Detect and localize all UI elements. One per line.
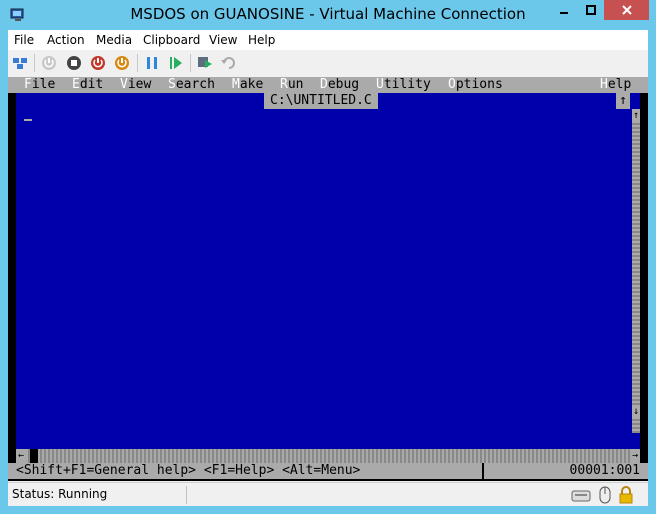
- dos-menu-make[interactable]: Make: [232, 77, 263, 93]
- menu-clipboard[interactable]: Clipboard: [143, 33, 200, 47]
- dos-menu-options[interactable]: Options: [448, 77, 503, 93]
- scroll-down-icon[interactable]: ↓: [632, 405, 640, 419]
- toolbar-separator: [34, 54, 35, 72]
- resume-icon[interactable]: [167, 54, 185, 72]
- vm-connection-window: MSDOS on GUANOSINE - Virtual Machine Con…: [0, 0, 656, 514]
- dos-menu-search[interactable]: Search: [168, 77, 215, 93]
- status-separator: [186, 486, 187, 504]
- keyboard-icon: [571, 490, 591, 502]
- dos-menu-edit[interactable]: Edit: [72, 77, 103, 93]
- maximize-button[interactable]: [577, 0, 604, 20]
- dos-menu-file[interactable]: File: [24, 77, 55, 93]
- vm-status: Status: Running: [12, 487, 108, 501]
- revert-icon[interactable]: [220, 54, 238, 72]
- text-cursor: [24, 119, 32, 121]
- scroll-up-icon[interactable]: ↑: [632, 109, 640, 123]
- checkpoint-icon[interactable]: [196, 54, 214, 72]
- horizontal-scroll-thumb[interactable]: [30, 449, 38, 463]
- title-bar[interactable]: MSDOS on GUANOSINE - Virtual Machine Con…: [0, 0, 656, 30]
- dos-status-divider: [482, 463, 484, 479]
- dos-menu-run[interactable]: Run: [280, 77, 303, 93]
- horizontal-scrollbar[interactable]: [16, 449, 640, 463]
- shut-down-icon[interactable]: [89, 54, 107, 72]
- save-state-icon[interactable]: [113, 54, 131, 72]
- close-button[interactable]: [604, 0, 649, 20]
- dos-help-hint: <Shift+F1=General help> <F1=Help> <Alt=M…: [16, 463, 361, 478]
- menu-view[interactable]: View: [209, 33, 237, 47]
- dos-menu-bar: File Edit View Search Make Run Debug Uti…: [8, 77, 648, 93]
- editor-filename: C:\UNTITLED.C: [264, 93, 378, 109]
- editor-window[interactable]: C:\UNTITLED.C ↑ ↑ ↓ ← →: [16, 93, 640, 463]
- maximize-icon: [585, 5, 596, 15]
- toolbar-separator: [190, 54, 191, 72]
- close-icon: [621, 5, 632, 15]
- menu-action[interactable]: Action: [47, 33, 85, 47]
- minimize-icon: [559, 12, 568, 14]
- scroll-left-icon[interactable]: ←: [16, 449, 26, 463]
- editor-title-bar: C:\UNTITLED.C ↑: [16, 93, 640, 109]
- cursor-position: 00001:001: [569, 463, 640, 478]
- menu-file[interactable]: File: [14, 33, 34, 47]
- ctrl-alt-del-icon[interactable]: [11, 54, 29, 72]
- turn-off-icon[interactable]: [65, 54, 83, 72]
- menu-help[interactable]: Help: [248, 33, 275, 47]
- mouse-icon: [599, 486, 611, 504]
- scroll-right-icon[interactable]: →: [630, 449, 640, 463]
- dos-menu-utility[interactable]: Utility: [376, 77, 431, 93]
- status-bar: Status: Running: [8, 482, 648, 506]
- dos-status-line: <Shift+F1=General help> <F1=Help> <Alt=M…: [8, 463, 648, 479]
- start-icon[interactable]: [40, 54, 58, 72]
- editor-maximize-icon[interactable]: ↑: [616, 93, 630, 109]
- menu-bar: File Action Media Clipboard View Help: [8, 30, 648, 50]
- pause-icon[interactable]: [143, 54, 161, 72]
- vm-display[interactable]: File Edit View Search Make Run Debug Uti…: [8, 77, 648, 481]
- dos-menu-help[interactable]: Help: [600, 77, 631, 93]
- menu-media[interactable]: Media: [96, 33, 132, 47]
- vertical-scrollbar[interactable]: [632, 109, 640, 433]
- toolbar-separator: [137, 54, 138, 72]
- minimize-button[interactable]: [550, 0, 577, 20]
- toolbar: [8, 50, 648, 76]
- client-area: File Action Media Clipboard View Help Fi…: [8, 30, 648, 506]
- lock-icon: [619, 486, 633, 504]
- dos-menu-view[interactable]: View: [120, 77, 151, 93]
- dos-menu-debug[interactable]: Debug: [320, 77, 359, 93]
